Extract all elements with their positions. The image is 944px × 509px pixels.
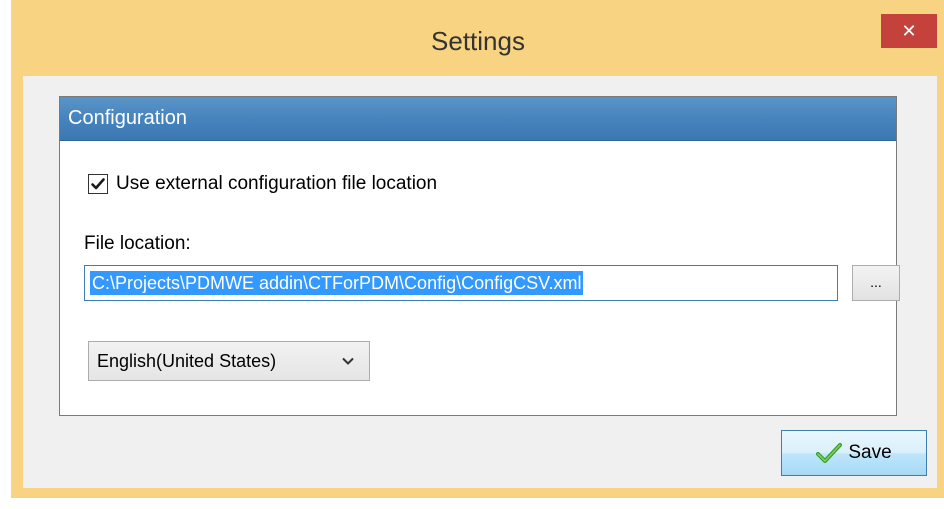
settings-window: Settings ✕ Configuration Use external co… [11,0,944,498]
title-bar[interactable]: Settings ✕ [11,0,944,84]
close-icon: ✕ [901,20,917,42]
language-select[interactable]: English(United States) [88,341,370,381]
chevron-down-icon [342,357,354,365]
language-selected-value: English(United States) [97,351,277,371]
checkmark-icon [91,178,105,190]
dialog-client-area: Configuration Use external configuration… [23,76,937,488]
window-title: Settings [431,26,525,56]
close-button[interactable]: ✕ [881,14,937,48]
configuration-panel: Configuration Use external configuration… [59,96,900,416]
use-external-checkbox[interactable] [88,174,108,194]
file-location-value: C:\Projects\PDMWE addin\CTForPDM\Config\… [90,271,584,295]
file-location-input[interactable]: C:\Projects\PDMWE addin\CTForPDM\Config\… [84,265,838,301]
green-check-icon [816,443,843,463]
file-location-label: File location: [84,233,191,254]
save-label: Save [848,442,892,463]
panel-header: Configuration [60,97,896,141]
save-button[interactable]: Save [781,430,927,476]
use-external-row[interactable]: Use external configuration file location [88,173,437,195]
use-external-label: Use external configuration file location [116,173,438,194]
panel-title: Configuration [68,107,187,129]
browse-button[interactable]: ... [852,265,900,301]
